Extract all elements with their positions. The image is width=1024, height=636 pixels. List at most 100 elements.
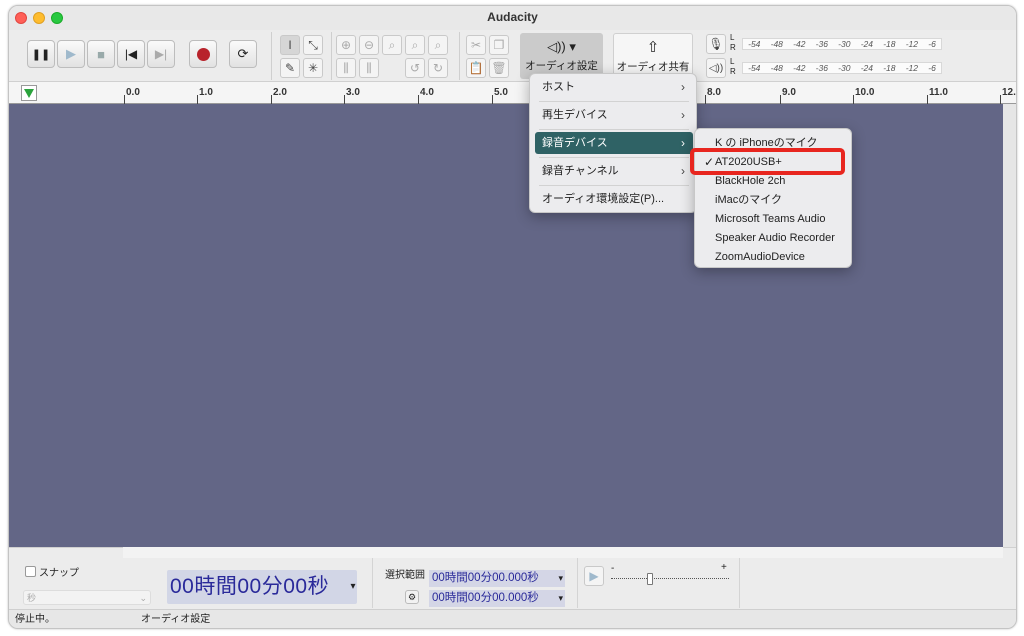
playback-meter-button[interactable]: ◁)) <box>706 58 726 78</box>
recording-device-label: ZoomAudioDevice <box>715 251 805 263</box>
recording-device-item[interactable]: Speaker Audio Recorder <box>701 229 847 247</box>
recording-device-item[interactable]: iMacのマイク <box>701 191 847 209</box>
vertical-scrollbar[interactable] <box>1003 104 1016 547</box>
audio-menu-item[interactable]: オーディオ環境設定(P)... <box>535 188 693 210</box>
recording-device-label: Microsoft Teams Audio <box>715 213 826 225</box>
meter-tick-label: -48 <box>770 39 783 49</box>
recording-device-item[interactable]: ZoomAudioDevice <box>701 248 847 266</box>
skip-to-end-button[interactable]: ▶| <box>147 40 175 68</box>
envelope-tool[interactable]: ⤡ <box>303 35 323 55</box>
selection-settings-button[interactable]: ⚙ <box>405 590 419 604</box>
ibeam-icon: I <box>288 38 292 52</box>
paste-icon: 📋 <box>468 61 484 75</box>
copy-button[interactable]: ❐ <box>489 35 509 55</box>
paste-button[interactable]: 📋 <box>466 58 486 78</box>
audio-menu-item[interactable]: ホスト › <box>535 76 693 98</box>
speed-slider[interactable] <box>611 573 729 585</box>
multi-tool[interactable]: ✳ <box>303 58 323 78</box>
meter-tick-label: -12 <box>905 39 919 49</box>
ruler-tick-label: 10.0 <box>855 87 875 98</box>
recording-meter[interactable]: 🎙 L R -54 -48 -42 -36 -30 -24 -18 -12 -6 <box>706 33 944 55</box>
redo-button[interactable]: ↻ <box>428 58 448 78</box>
recording-device-item[interactable]: Microsoft Teams Audio <box>701 210 847 228</box>
recording-device-label: iMacのマイク <box>715 194 783 206</box>
time-format-dropdown-icon[interactable]: ▾ <box>350 570 356 604</box>
copy-icon: ❐ <box>493 38 505 52</box>
minimize-window-button[interactable] <box>33 12 45 24</box>
chevron-down-icon[interactable]: ▾ <box>558 570 563 587</box>
play-button[interactable]: ▶ <box>57 40 85 68</box>
trim-button[interactable]: ⫼ <box>336 58 356 78</box>
time-display-value: 00時間00分00秒 <box>170 575 330 598</box>
recording-meter-button[interactable]: 🎙 <box>706 34 726 54</box>
share-icon: ⇧ <box>646 39 660 56</box>
fit-project-icon: ⌕ <box>411 37 419 52</box>
cut-button[interactable]: ✂ <box>466 35 486 55</box>
pause-button[interactable]: ❚❚ <box>27 40 55 68</box>
snap-checkbox[interactable] <box>25 566 36 577</box>
ruler-tick-line <box>1000 95 1001 104</box>
undo-icon: ↺ <box>409 61 421 75</box>
fit-selection-button[interactable]: ⌕ <box>382 35 402 55</box>
ruler-tick-label: 1.0 <box>199 87 213 98</box>
microphone-icon: 🎙 <box>708 37 724 51</box>
selection-end-field[interactable]: 00時間00分00.000秒 ▾ <box>429 590 565 607</box>
audio-menu-item-label: 録音チャンネル <box>542 165 619 177</box>
play-head-triangle-icon[interactable] <box>21 85 37 101</box>
clipboard-group: ✂ ❐ 📋 🗑 <box>459 32 515 80</box>
loop-icon: ⟳ <box>237 46 249 61</box>
status-state: 停止中。 <box>15 614 55 625</box>
delete-button[interactable]: 🗑 <box>489 58 509 78</box>
audio-menu-item-label: オーディオ環境設定(P)... <box>542 193 665 205</box>
time-display[interactable]: 00時間00分00秒 ▾ <box>167 570 357 604</box>
loop-button[interactable]: ⟳ <box>229 40 257 68</box>
ruler-tick-label: 11.0 <box>929 87 948 98</box>
undo-button[interactable]: ↺ <box>405 58 425 78</box>
recording-meter-scale: -54 -48 -42 -36 -30 -24 -18 -12 -6 <box>742 38 942 50</box>
maximize-window-button[interactable] <box>51 12 63 24</box>
silence-button[interactable]: ⫼ <box>359 58 379 78</box>
zoom-toggle-button[interactable]: ⌕ <box>428 35 448 55</box>
meter-channel-left: L <box>730 33 735 42</box>
audio-menu-item[interactable]: 再生デバイス › <box>535 104 693 126</box>
scissors-icon: ✂ <box>470 38 482 52</box>
skip-start-icon: |◀ <box>124 47 138 61</box>
selection-tool[interactable]: I <box>280 35 300 55</box>
divider <box>739 550 740 608</box>
fit-selection-icon: ⌕ <box>388 37 396 52</box>
timeline-ruler[interactable]: 0.0 1.0 2.0 3.0 4.0 5.0 8.0 9.0 10.0 11.0 12.0 <box>9 82 1016 104</box>
menu-separator <box>539 129 689 130</box>
chevron-down-icon[interactable]: ▾ <box>558 590 563 607</box>
menu-separator <box>539 101 689 102</box>
audio-menu-item[interactable]: 録音デバイス › <box>535 132 693 154</box>
playback-meter[interactable]: ◁)) L R -54 -48 -42 -36 -30 -24 -18 -12 -6 <box>706 57 944 79</box>
zoom-out-button[interactable]: ⊖ <box>359 35 379 55</box>
draw-tool[interactable]: ✎ <box>280 58 300 78</box>
skip-end-icon: ▶| <box>154 47 168 61</box>
record-button[interactable] <box>189 40 217 68</box>
horizontal-scrollbar[interactable] <box>123 547 1003 558</box>
skip-to-start-button[interactable]: |◀ <box>117 40 145 68</box>
zoom-in-icon: ⊕ <box>340 38 352 52</box>
selection-start-field[interactable]: 00時間00分00.000秒 ▾ <box>429 570 565 587</box>
chevron-right-icon: › <box>681 164 685 178</box>
track-area[interactable] <box>9 104 1003 547</box>
play-icon: ▶ <box>589 569 599 583</box>
playback-meter-scale: -54 -48 -42 -36 -30 -24 -18 -12 -6 <box>742 62 942 74</box>
stop-button[interactable]: ■ <box>87 40 115 68</box>
play-at-speed-button[interactable]: ▶ <box>584 566 604 586</box>
divider <box>372 550 373 608</box>
menu-separator <box>539 185 689 186</box>
fit-project-button[interactable]: ⌕ <box>405 35 425 55</box>
zoom-in-button[interactable]: ⊕ <box>336 35 356 55</box>
snap-label: スナップ <box>39 568 79 579</box>
meter-channel-right: R <box>730 43 736 52</box>
recording-device-label: Speaker Audio Recorder <box>715 232 835 244</box>
meter-tick-label: -18 <box>883 39 896 49</box>
close-window-button[interactable] <box>15 12 27 24</box>
audio-setup-label: オーディオ設定 <box>525 60 598 72</box>
audio-menu-item[interactable]: 録音チャンネル › <box>535 160 693 182</box>
snap-unit-select[interactable]: 秒 ⌄ <box>23 590 151 605</box>
share-audio-label: オーディオ共有 <box>616 61 690 73</box>
speed-slider-thumb[interactable] <box>647 573 653 585</box>
